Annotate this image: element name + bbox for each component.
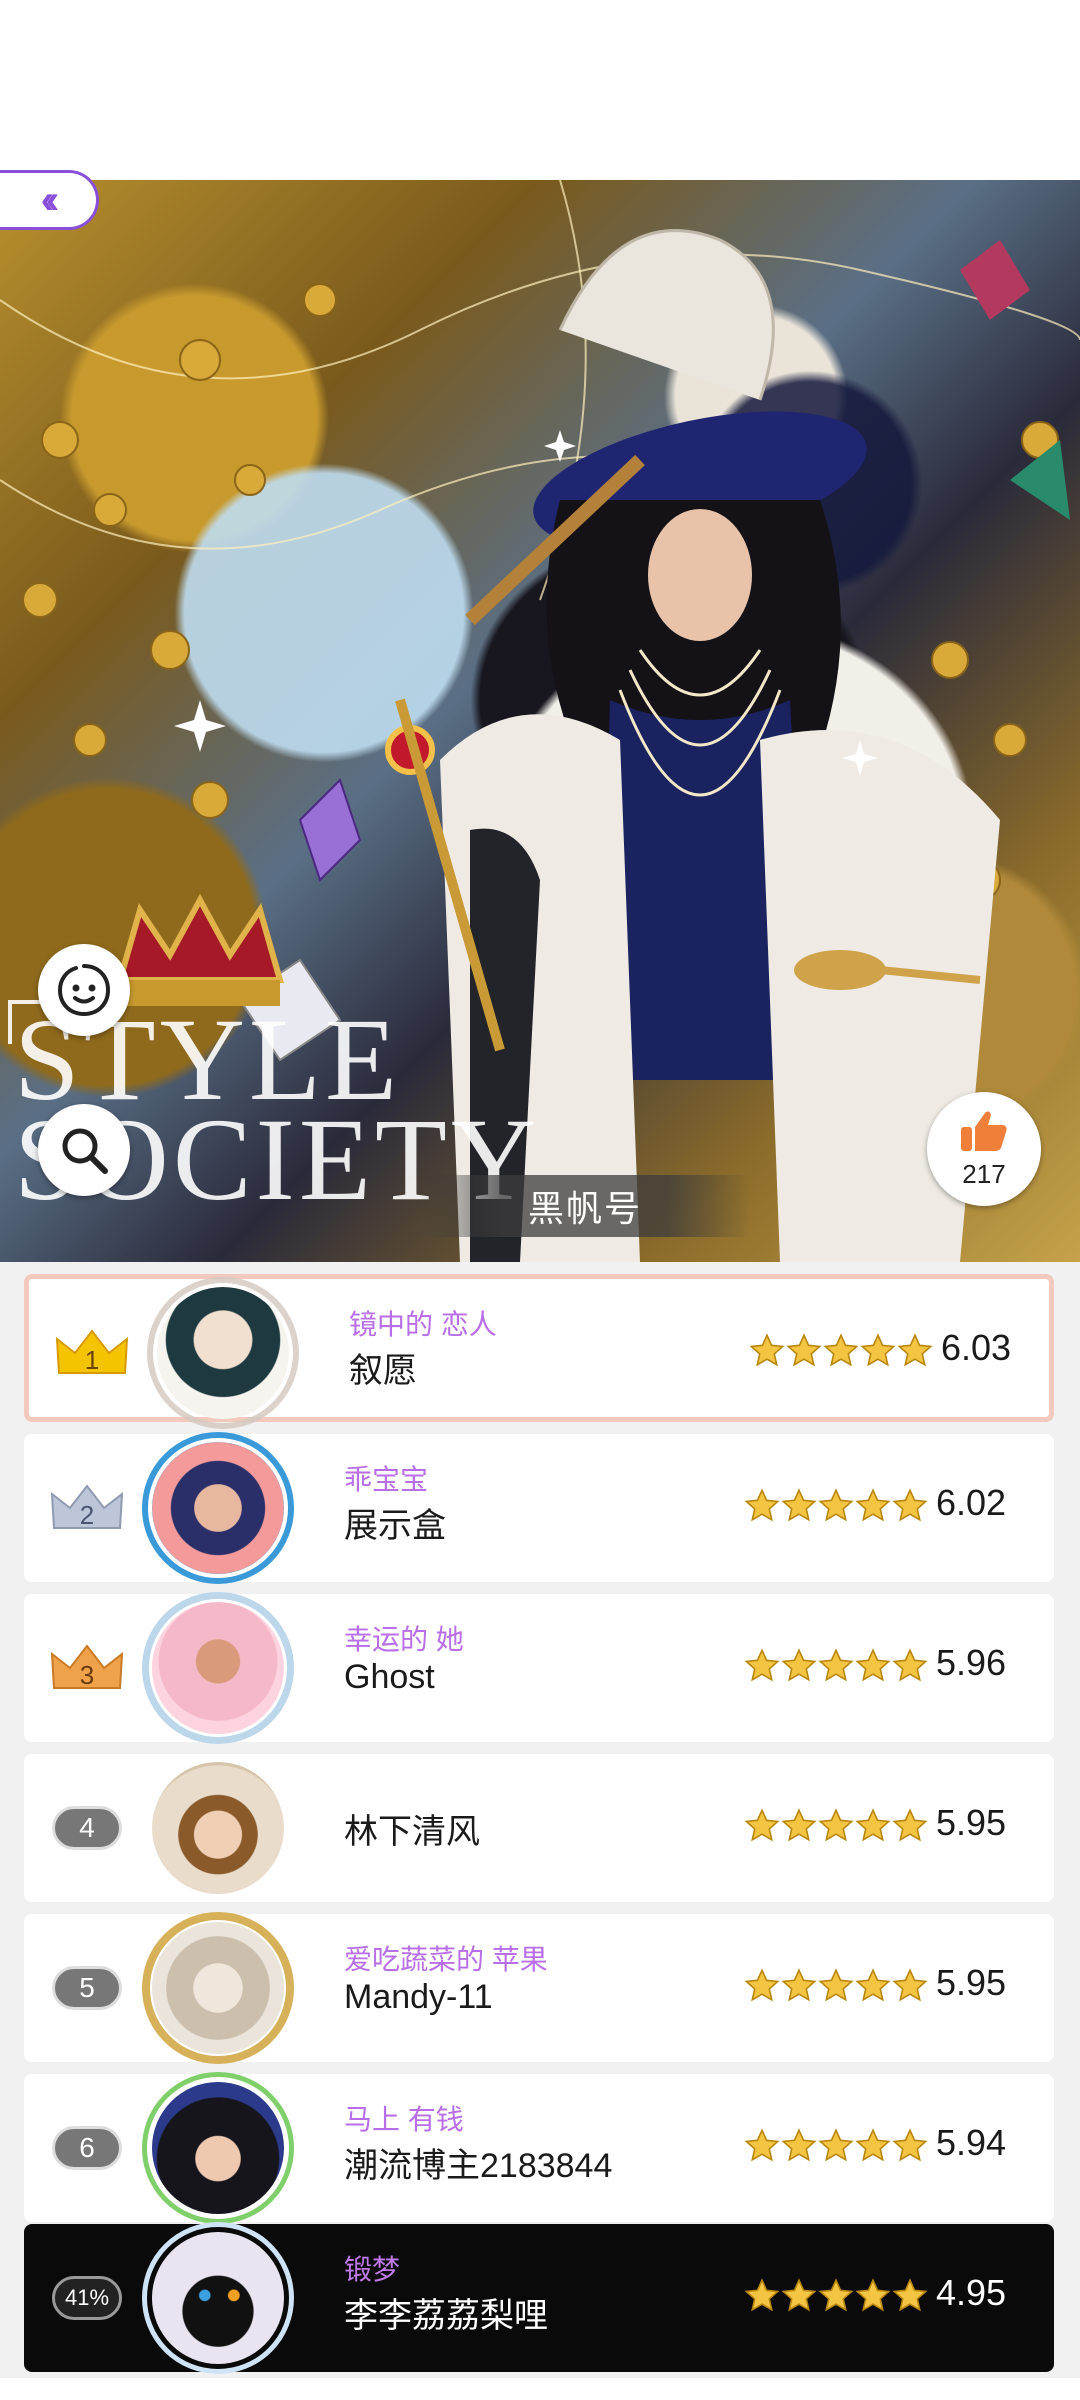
star-icon: [855, 1968, 891, 2002]
star-icon: [892, 2128, 928, 2162]
rank-pill: 6: [52, 2126, 122, 2170]
rank-pill: 5: [52, 1966, 122, 2010]
like-button[interactable]: 217: [927, 1092, 1041, 1206]
star-rating: [744, 2278, 928, 2312]
star-icon: [892, 1488, 928, 1522]
silver-crown-icon: 2: [50, 1484, 124, 1530]
star-icon: [781, 1968, 817, 2002]
double-chevron-left-icon: ‹‹: [40, 178, 59, 222]
score: 6.03: [941, 1327, 1012, 1368]
star-icon: [781, 1808, 817, 1842]
player-name: 展示盒: [344, 1507, 446, 1545]
star-icon: [855, 2278, 891, 2312]
star-icon: [823, 1333, 859, 1367]
player-name: 林下清风: [344, 1813, 480, 1851]
star-icon: [781, 2128, 817, 2162]
star-icon: [892, 1808, 928, 1842]
gold-crown-icon: 1: [55, 1329, 129, 1375]
star-icon: [781, 1488, 817, 1522]
star-icon: [860, 1333, 896, 1367]
avatar: [152, 1762, 284, 1894]
svg-text:3: 3: [80, 1660, 94, 1690]
star-icon: [744, 1648, 780, 1682]
star-icon: [818, 1648, 854, 1682]
player-nickname: 爱吃蔬菜的 苹果: [344, 1944, 548, 1975]
player-nickname: 马上 有钱: [344, 2104, 464, 2135]
percentile-pill: 41%: [52, 2276, 122, 2320]
player-name: 潮流博主2183844: [344, 2147, 613, 2185]
avatar-frame: [147, 1277, 299, 1429]
score: 6.02: [936, 1482, 1007, 1523]
star-rating: [749, 1333, 933, 1367]
rank-pill: 4: [52, 1806, 122, 1850]
star-icon: [781, 1648, 817, 1682]
star-icon: [818, 1968, 854, 2002]
player-nickname: 锻梦: [344, 2254, 401, 2285]
rank-row-5[interactable]: 5 爱吃蔬菜的 苹果 Mandy-11 5.95: [24, 1912, 1054, 2064]
score: 5.95: [936, 1802, 1007, 1843]
star-icon: [744, 1968, 780, 2002]
star-rating: [744, 1488, 928, 1522]
star-icon: [818, 1808, 854, 1842]
like-count: 217: [962, 1158, 1006, 1189]
player-name: 叙愿: [349, 1352, 417, 1390]
back-button[interactable]: ‹‹: [0, 170, 99, 230]
star-icon: [786, 1333, 822, 1367]
svg-text:2: 2: [80, 1500, 94, 1530]
avatar-frame: [142, 1912, 294, 2064]
rank-row-2[interactable]: 2 乖宝宝 展示盒 6.02: [24, 1432, 1054, 1584]
star-icon: [818, 2128, 854, 2162]
star-icon: [855, 2128, 891, 2162]
magnifier-icon: [62, 1128, 108, 1174]
star-icon: [744, 1488, 780, 1522]
star-rating: [744, 1648, 928, 1682]
star-icon: [781, 2278, 817, 2312]
score: 4.95: [936, 2272, 1007, 2313]
score: 5.96: [936, 1642, 1007, 1683]
star-icon: [744, 1808, 780, 1842]
emoji-button[interactable]: [38, 944, 130, 1036]
bronze-crown-icon: 3: [50, 1644, 124, 1690]
star-icon: [749, 1333, 785, 1367]
star-icon: [744, 2278, 780, 2312]
bottom-edge: [0, 2378, 1080, 2400]
status-area: [0, 0, 1080, 180]
rank-row-4[interactable]: 4 林下清风 5.95: [24, 1754, 1054, 1902]
outfit-title: 黑帆号: [527, 1188, 642, 1229]
player-nickname: 乖宝宝: [344, 1464, 429, 1495]
my-rank-row[interactable]: 41% 锻梦 李李荔荔梨哩 4.95: [24, 2222, 1054, 2374]
star-rating: [744, 2128, 928, 2162]
star-rating: [744, 1968, 928, 2002]
star-icon: [892, 2278, 928, 2312]
rank-row-3[interactable]: 3 幸运的 她 Ghost 5.96: [24, 1592, 1054, 1744]
search-button[interactable]: [38, 1104, 130, 1196]
star-icon: [744, 2128, 780, 2162]
player-nickname: 镜中的 恋人: [349, 1309, 497, 1340]
star-rating: [744, 1808, 928, 1842]
rank-row-6[interactable]: 6 马上 有钱 潮流博主2183844 5.94: [24, 2072, 1054, 2224]
star-icon: [897, 1333, 933, 1367]
score: 5.95: [936, 1962, 1007, 2003]
player-name: Ghost: [344, 1658, 435, 1696]
player-name: Mandy-11: [344, 1978, 493, 2016]
star-icon: [818, 2278, 854, 2312]
rank-row-1[interactable]: 1 镜中的 恋人 叙愿 6.03: [24, 1274, 1054, 1429]
smiley-face-icon: [57, 964, 111, 1017]
avatar-frame: [142, 2072, 294, 2224]
avatar-frame: [142, 1592, 294, 1744]
avatar-frame: [142, 1432, 294, 1584]
svg-text:1: 1: [85, 1345, 99, 1375]
star-icon: [818, 1488, 854, 1522]
star-icon: [855, 1808, 891, 1842]
outfit-title-plate: 黑帆号: [420, 1175, 750, 1237]
player-name: 李李荔荔梨哩: [344, 2297, 548, 2335]
thumbs-up-icon: [961, 1110, 1007, 1151]
star-icon: [892, 1968, 928, 2002]
score: 5.94: [936, 2122, 1007, 2163]
star-icon: [855, 1648, 891, 1682]
avatar-frame: [142, 2222, 294, 2374]
star-icon: [892, 1648, 928, 1682]
star-icon: [855, 1488, 891, 1522]
player-nickname: 幸运的 她: [344, 1624, 464, 1655]
